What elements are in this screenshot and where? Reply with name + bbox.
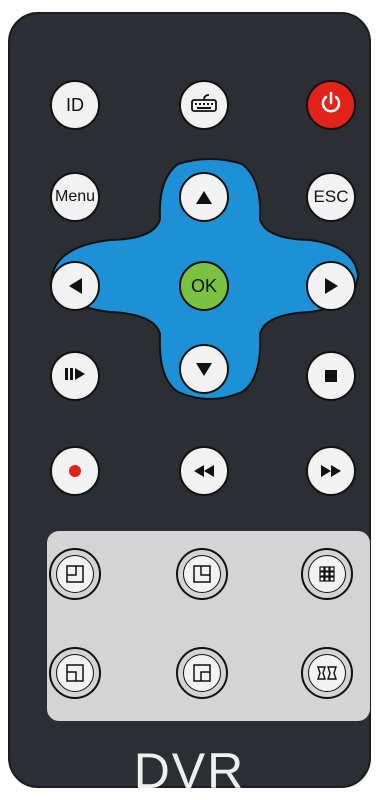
stop-icon — [325, 370, 337, 382]
ok-button[interactable]: OK — [179, 261, 229, 311]
arrow-right-icon — [324, 278, 338, 294]
id-button[interactable]: ID — [50, 80, 100, 130]
keyboard-button[interactable] — [179, 80, 229, 130]
stop-button[interactable] — [306, 351, 356, 401]
quad-top-left-icon — [56, 555, 94, 593]
rewind-icon — [194, 461, 214, 482]
play-pause-icon — [64, 366, 86, 387]
power-icon — [318, 90, 344, 121]
split-quad-top-right-button[interactable] — [176, 548, 228, 600]
split-sequence-button[interactable] — [301, 647, 353, 699]
down-button[interactable] — [179, 344, 229, 394]
esc-label: ESC — [313, 187, 349, 206]
right-button[interactable] — [306, 261, 356, 311]
arrow-left-icon — [68, 278, 82, 294]
split-quad-bottom-right-button[interactable] — [176, 647, 228, 699]
fast-forward-button[interactable] — [306, 446, 356, 496]
brand-label: DVR — [133, 743, 246, 799]
menu-button[interactable]: Menu — [50, 172, 100, 222]
menu-label: Menu — [54, 188, 96, 205]
power-button[interactable] — [306, 80, 356, 130]
quad-bottom-right-icon — [183, 654, 221, 692]
up-button[interactable] — [179, 172, 229, 222]
fast-forward-icon — [321, 461, 341, 482]
record-icon — [69, 465, 81, 477]
remote-body: ID Menu ESC OK DVR — [8, 12, 371, 799]
sequence-icon — [308, 654, 346, 692]
split-grid-9-button[interactable] — [301, 548, 353, 600]
grid-9-icon — [308, 555, 346, 593]
id-label: ID — [66, 94, 84, 115]
rewind-button[interactable] — [179, 446, 229, 496]
keyboard-icon — [189, 92, 219, 119]
record-button[interactable] — [50, 446, 100, 496]
split-quad-top-left-button[interactable] — [49, 548, 101, 600]
play-pause-button[interactable] — [50, 351, 100, 401]
arrow-down-icon — [196, 362, 212, 376]
quad-top-right-icon — [183, 555, 221, 593]
left-button[interactable] — [50, 261, 100, 311]
split-quad-bottom-left-button[interactable] — [49, 647, 101, 699]
arrow-up-icon — [196, 190, 212, 204]
quad-bottom-left-icon — [56, 654, 94, 692]
esc-button[interactable]: ESC — [306, 172, 356, 222]
ok-label: OK — [190, 275, 217, 296]
